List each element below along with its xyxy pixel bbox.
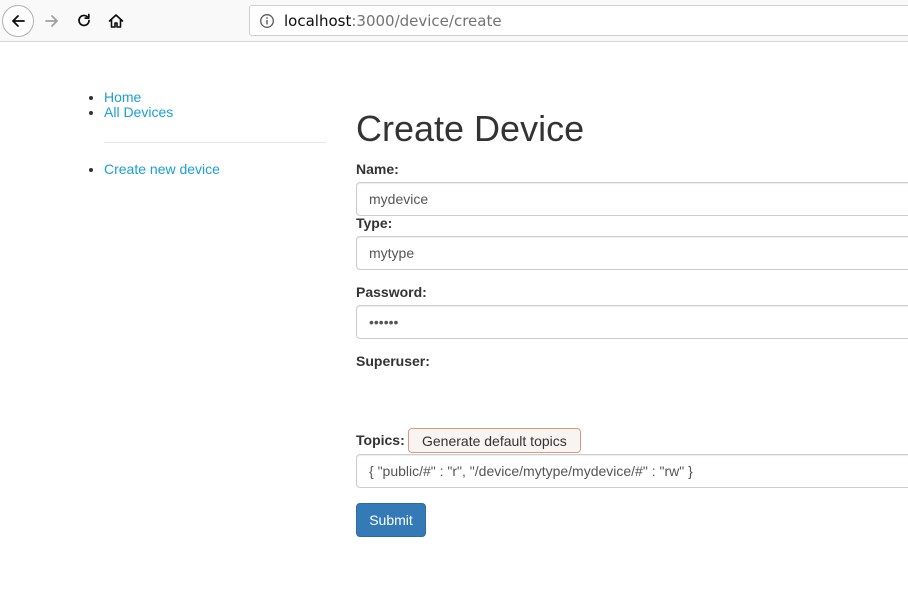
- home-button[interactable]: [100, 5, 132, 37]
- topics-field[interactable]: [356, 454, 908, 488]
- url-text: localhost:3000/device/create: [284, 12, 502, 30]
- create-new-device-link[interactable]: Create new device: [104, 161, 220, 177]
- password-field[interactable]: [356, 305, 908, 339]
- type-field[interactable]: [356, 236, 908, 270]
- home-link[interactable]: Home: [104, 89, 141, 105]
- page-title: Create Device: [356, 108, 585, 149]
- sidebar-divider: [104, 142, 326, 143]
- back-arrow-icon: [12, 15, 25, 27]
- generate-default-topics-button[interactable]: Generate default topics: [408, 428, 581, 453]
- superuser-label: Superuser:: [356, 353, 430, 369]
- name-field[interactable]: [356, 182, 908, 216]
- back-button[interactable]: [2, 5, 34, 37]
- name-label: Name:: [356, 161, 399, 177]
- sidebar-item-all-devices: All Devices: [104, 105, 326, 120]
- reload-icon: [78, 13, 90, 27]
- sidebar-item-home: Home: [104, 90, 326, 105]
- sidebar: Home All Devices Create new device: [88, 90, 326, 177]
- browser-toolbar: localhost:3000/device/create: [0, 0, 908, 42]
- reload-button[interactable]: [68, 5, 100, 37]
- all-devices-link[interactable]: All Devices: [104, 104, 173, 120]
- main-content: Create Device: [356, 106, 908, 152]
- url-bar[interactable]: localhost:3000/device/create: [249, 5, 908, 36]
- sidebar-nav-list: Home All Devices: [88, 90, 326, 120]
- url-path: :3000/device/create: [351, 12, 502, 30]
- sidebar-action-list: Create new device: [88, 162, 326, 177]
- forward-arrow-icon: [45, 15, 58, 27]
- forward-button[interactable]: [36, 5, 68, 37]
- home-icon: [108, 14, 124, 28]
- url-host: localhost: [284, 12, 352, 30]
- submit-button[interactable]: Submit: [356, 503, 426, 537]
- info-icon[interactable]: [259, 13, 275, 34]
- sidebar-item-create-device: Create new device: [104, 162, 326, 177]
- type-label: Type:: [356, 215, 393, 231]
- password-label: Password:: [356, 284, 427, 300]
- topics-label: Topics:: [356, 432, 405, 448]
